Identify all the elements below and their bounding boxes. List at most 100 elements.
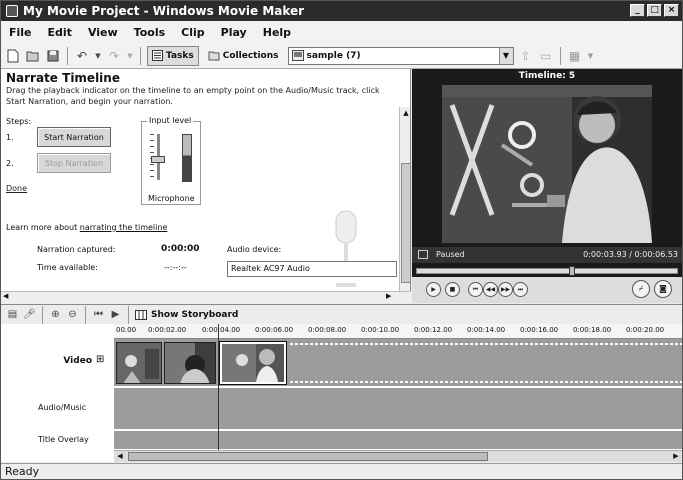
step-1-number: 1. xyxy=(6,133,14,142)
video-clip[interactable] xyxy=(116,342,162,384)
zoom-out-icon[interactable]: ⊖ xyxy=(66,308,79,321)
play-timeline-icon[interactable]: ▶ xyxy=(109,308,122,321)
panel-description: Drag the playback indicator on the timel… xyxy=(6,86,380,106)
menu-help[interactable]: Help xyxy=(263,26,291,39)
storyboard-icon xyxy=(135,309,147,320)
selected-video-clip[interactable] xyxy=(219,341,287,385)
empty-track-marker xyxy=(290,381,682,383)
video-clip[interactable] xyxy=(164,342,216,384)
monitor-status-icon xyxy=(418,250,428,259)
start-narration-button[interactable]: Start Narration xyxy=(37,127,111,147)
step-2-number: 2. xyxy=(6,159,14,168)
playback-status: Paused xyxy=(436,250,465,259)
empty-track-marker xyxy=(290,343,682,345)
audio-music-track[interactable] xyxy=(114,388,682,430)
views-icon[interactable]: ▦ xyxy=(567,48,583,64)
take-picture-button[interactable]: ◙ xyxy=(654,280,672,298)
ruler-tick: 00.00 xyxy=(116,326,137,334)
scroll-up-icon[interactable]: ▲ xyxy=(401,108,410,118)
menu-clip[interactable]: Clip xyxy=(181,26,205,39)
open-project-icon[interactable] xyxy=(25,48,41,64)
narrate-timeline-icon[interactable]: 🎤︎ xyxy=(23,308,36,321)
show-storyboard-button[interactable]: Show Storyboard xyxy=(135,309,238,320)
menu-play[interactable]: Play xyxy=(221,26,247,39)
menu-edit[interactable]: Edit xyxy=(48,26,72,39)
menu-view[interactable]: View xyxy=(88,26,118,39)
window-controls: _ □ × xyxy=(630,4,679,17)
close-button[interactable]: × xyxy=(664,4,679,17)
time-ruler[interactable]: 00.00 0:00:02.00 0:00:04.00 0:00:06.00 0… xyxy=(114,324,682,339)
next-frame-button[interactable]: ⏭ xyxy=(513,282,528,297)
scroll-right-icon[interactable]: ▶ xyxy=(670,451,682,462)
window-title: My Movie Project - Windows Movie Maker xyxy=(23,4,305,18)
video-track-header: Video ⊞ xyxy=(1,339,114,387)
scroll-left-icon[interactable]: ◀ xyxy=(114,451,126,462)
timeline-scroll-thumb[interactable] xyxy=(128,452,488,461)
seek-thumb[interactable] xyxy=(569,266,575,276)
up-one-level-icon[interactable]: ⇧ xyxy=(518,48,534,64)
done-link[interactable]: Done xyxy=(6,184,27,193)
zoom-in-icon[interactable]: ⊕ xyxy=(49,308,62,321)
audio-device-label: Audio device: xyxy=(227,245,282,254)
panel-vertical-scrollbar[interactable]: ▲ xyxy=(399,107,410,295)
toolbar-separator xyxy=(67,46,68,65)
timeline-toolbar: ▤ 🎤︎ ⊕ ⊖ ⏮ ▶ Show Storyboard xyxy=(1,304,682,324)
narrating-timeline-link[interactable]: narrating the timeline xyxy=(80,223,168,232)
app-window: My Movie Project - Windows Movie Maker _… xyxy=(0,0,683,480)
ruler-tick: 0:00:20.00 xyxy=(626,326,665,334)
ruler-tick: 0:00:16.00 xyxy=(520,326,559,334)
input-level-label: Input level xyxy=(147,116,194,125)
ruler-tick: 0:00:04.00 xyxy=(202,326,241,334)
split-clip-button[interactable]: ⌿ xyxy=(632,280,650,298)
audio-track-header: Audio/Music xyxy=(1,388,114,430)
input-level-meter xyxy=(182,134,192,182)
video-track[interactable] xyxy=(114,339,682,387)
fast-forward-button[interactable]: ▶▶ xyxy=(498,282,513,297)
narrate-timeline-panel: Narrate Timeline Drag the playback indic… xyxy=(1,69,411,295)
input-level-slider-thumb[interactable] xyxy=(151,156,165,163)
menu-bar: File Edit View Tools Clip Play Help xyxy=(1,21,682,43)
microphone-watermark-icon xyxy=(335,210,357,287)
title-overlay-track[interactable] xyxy=(114,431,682,450)
time-available-value: --:--:-- xyxy=(164,263,187,272)
audio-device-field[interactable]: Realtek AC97 Audio xyxy=(227,261,397,277)
stop-button[interactable]: ■ xyxy=(445,282,460,297)
monitor-status-bar: Paused 0:00:03.93 / 0:00:06.53 xyxy=(412,247,682,263)
new-folder-icon[interactable]: ▭ xyxy=(538,48,554,64)
stop-narration-button[interactable]: Stop Narration xyxy=(37,153,111,173)
menu-tools[interactable]: Tools xyxy=(134,26,165,39)
seek-bar[interactable] xyxy=(416,266,678,276)
expand-icon[interactable]: ⊞ xyxy=(96,354,104,365)
scroll-left-icon[interactable]: ◀ xyxy=(3,292,8,300)
title-bar[interactable]: My Movie Project - Windows Movie Maker _… xyxy=(1,1,682,21)
play-button[interactable]: ▶ xyxy=(426,282,441,297)
save-project-icon[interactable] xyxy=(45,48,61,64)
app-icon xyxy=(6,5,18,17)
playback-indicator[interactable] xyxy=(218,324,219,450)
video-preview xyxy=(442,85,652,243)
scroll-thumb[interactable] xyxy=(401,163,410,283)
views-dropdown-icon[interactable]: ▼ xyxy=(587,48,595,64)
redo-dropdown-icon[interactable]: ▼ xyxy=(126,48,134,64)
scroll-right-icon[interactable]: ▶ xyxy=(386,292,391,300)
panel-horizontal-scrollbar[interactable]: ◀ ▶ xyxy=(1,291,411,303)
collections-button[interactable]: Collections xyxy=(203,46,284,66)
maximize-button[interactable]: □ xyxy=(647,4,662,17)
rewind-button[interactable]: ◀◀ xyxy=(483,282,498,297)
tasks-button[interactable]: Tasks xyxy=(147,45,199,66)
undo-icon[interactable]: ↶ xyxy=(74,48,90,64)
panel-title: Narrate Timeline xyxy=(6,71,120,85)
timeline-horizontal-scrollbar[interactable]: ◀ ▶ xyxy=(114,450,682,462)
collection-dropdown[interactable]: sample (7) ▼ xyxy=(287,46,514,65)
redo-icon[interactable]: ↷ xyxy=(106,48,122,64)
undo-dropdown-icon[interactable]: ▼ xyxy=(94,48,102,64)
minimize-button[interactable]: _ xyxy=(630,4,645,17)
timeline: 00.00 0:00:02.00 0:00:04.00 0:00:06.00 0… xyxy=(1,324,682,462)
chevron-down-icon[interactable]: ▼ xyxy=(498,47,513,64)
rewind-timeline-icon[interactable]: ⏮ xyxy=(92,308,105,321)
set-audio-levels-icon[interactable]: ▤ xyxy=(6,308,19,321)
toolbar-separator xyxy=(128,305,129,324)
new-project-icon[interactable] xyxy=(5,48,21,64)
menu-file[interactable]: File xyxy=(9,26,32,39)
previous-frame-button[interactable]: ⏮ xyxy=(468,282,483,297)
